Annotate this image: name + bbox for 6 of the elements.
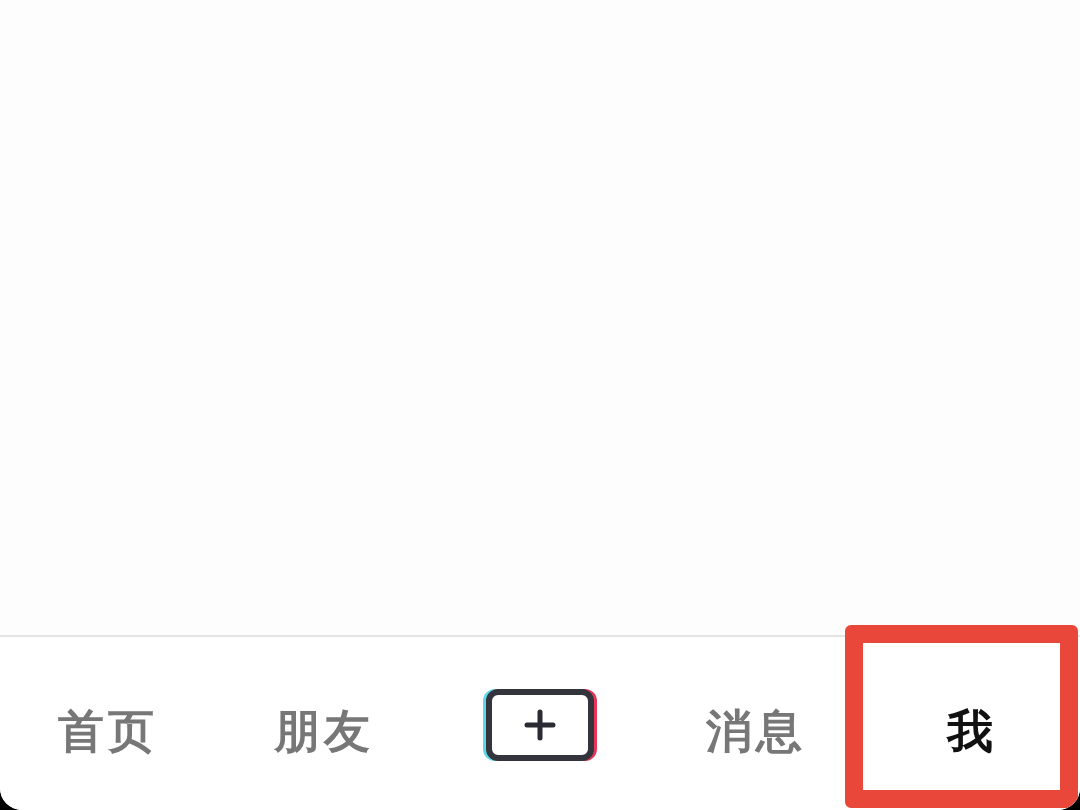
tab[interactable]: 消息 bbox=[700, 696, 812, 767]
plus-icon bbox=[523, 707, 557, 742]
create-button[interactable] bbox=[486, 688, 594, 761]
tab[interactable]: 我 bbox=[941, 696, 1003, 767]
tab[interactable]: 首页 bbox=[52, 696, 164, 767]
tab[interactable]: 朋友 bbox=[268, 696, 380, 767]
